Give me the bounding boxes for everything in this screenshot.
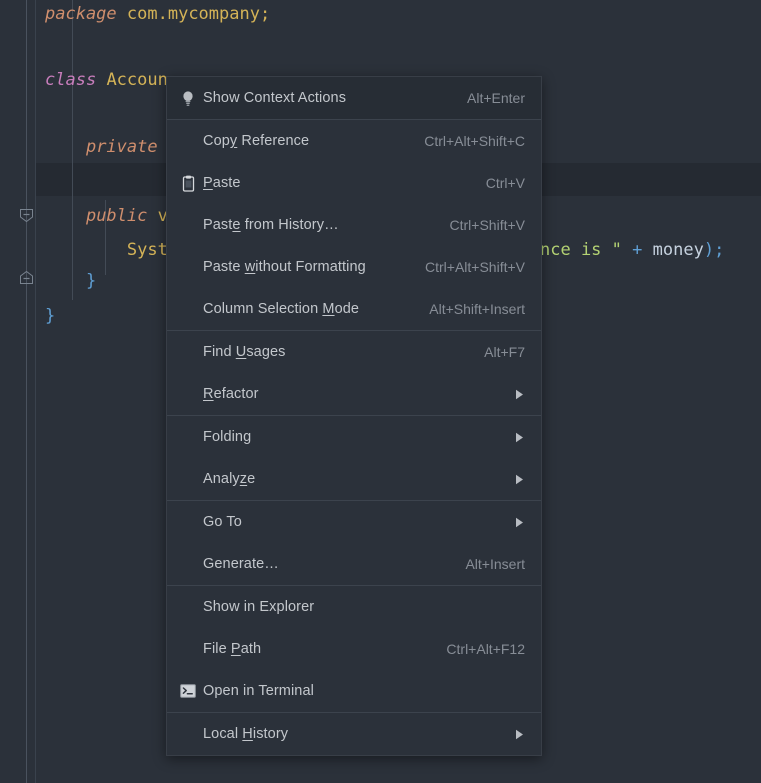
chevron-right-icon (515, 474, 525, 485)
chevron-right-icon (515, 432, 525, 443)
menu-item-label: Analyze (203, 471, 256, 487)
menu-item-analyze[interactable]: Analyze (167, 458, 541, 500)
menu-item-shortcut: Alt+Shift+Insert (429, 301, 525, 317)
fold-expand-icon[interactable] (19, 270, 34, 285)
menu-item-label: Refactor (203, 386, 259, 402)
menu-group-group-local-history: Local History (167, 713, 541, 755)
menu-item-paste[interactable]: Paste Ctrl+V (167, 162, 541, 204)
chevron-right-icon (515, 389, 525, 400)
menu-item-label: Folding (203, 429, 252, 445)
menu-item-label: File Path (203, 641, 262, 657)
menu-group-group-context-actions: Show Context Actions Alt+Enter (167, 77, 541, 119)
menu-item-label: Show Context Actions (203, 90, 347, 106)
menu-item-shortcut: Ctrl+Alt+F12 (446, 641, 525, 657)
menu-item-label: Paste from History… (203, 217, 339, 233)
terminal-icon (175, 684, 201, 698)
menu-group-group-file: Show in Explorer File Path Ctrl+Alt+F12 Ope… (167, 586, 541, 712)
token-private-keyword: private (85, 137, 158, 157)
menu-item-folding[interactable]: Folding (167, 416, 541, 458)
menu-item-label: Generate… (203, 556, 279, 572)
menu-item-label: Copy Reference (203, 133, 310, 149)
token-plus-operator: + (632, 240, 643, 260)
token-string-tail: nce is " (540, 240, 622, 260)
menu-item-shortcut: Alt+F7 (484, 344, 525, 360)
menu-item-go-to[interactable]: Go To (167, 501, 541, 543)
menu-item-label: Paste (203, 175, 241, 191)
menu-item-label: Paste without Formatting (203, 259, 366, 275)
menu-item-shortcut: Ctrl+Alt+Shift+V (425, 259, 525, 275)
menu-item-paste-from-history[interactable]: Paste from History… Ctrl+Shift+V (167, 204, 541, 246)
menu-item-find-usages[interactable]: Find Usages Alt+F7 (167, 331, 541, 373)
menu-group-group-clipboard: Copy Reference Ctrl+Alt+Shift+C Paste Ctrl+… (167, 120, 541, 330)
menu-group-group-find-refactor: Find Usages Alt+F7 Refactor (167, 331, 541, 415)
menu-item-label: Open in Terminal (203, 683, 314, 699)
lightbulb-icon (175, 90, 201, 107)
fold-rail (26, 0, 27, 783)
token-method-close-brace: } (85, 271, 97, 291)
menu-item-copy-reference[interactable]: Copy Reference Ctrl+Alt+Shift+C (167, 120, 541, 162)
menu-item-label: Find Usages (203, 344, 286, 360)
menu-group-group-folding-analyze: Folding Analyze (167, 416, 541, 500)
menu-item-open-in-terminal[interactable]: Open in Terminal (167, 670, 541, 712)
menu-item-local-history[interactable]: Local History (167, 713, 541, 755)
chevron-right-icon (515, 729, 525, 740)
token-package-name: com.mycompany; (126, 4, 271, 24)
menu-item-label: Show in Explorer (203, 599, 315, 615)
menu-item-shortcut: Ctrl+Shift+V (449, 217, 525, 233)
menu-item-paste-without-formatting[interactable]: Paste without Formatting Ctrl+Alt+Shift+V (167, 246, 541, 288)
editor-context-menu[interactable]: Show Context Actions Alt+Enter Copy Refere… (166, 76, 542, 756)
editor-gutter[interactable] (0, 0, 36, 783)
token-sysout-head: Syst (126, 240, 168, 260)
menu-item-column-selection-mode[interactable]: Column Selection Mode Alt+Shift+Insert (167, 288, 541, 330)
code-line-sysout-tail: nce is " + money); (540, 234, 761, 267)
clipboard-icon (175, 175, 201, 192)
menu-item-show-in-explorer[interactable]: Show in Explorer (167, 586, 541, 628)
token-call-close: ); (703, 240, 725, 260)
chevron-right-icon (515, 517, 525, 528)
menu-item-label: Column Selection Mode (203, 301, 360, 317)
token-class-close-brace: } (45, 306, 56, 326)
code-line-package: package com.mycompany; (35, 0, 761, 31)
menu-group-group-goto-generate: Go To Generate… Alt+Insert (167, 501, 541, 585)
menu-item-show-context-actions[interactable]: Show Context Actions Alt+Enter (167, 77, 541, 119)
menu-item-refactor[interactable]: Refactor (167, 373, 541, 415)
menu-item-label: Local History (203, 726, 289, 742)
token-money-variable: money (652, 240, 704, 260)
token-class-keyword: class (45, 70, 97, 90)
menu-item-shortcut: Alt+Enter (467, 90, 525, 106)
menu-item-generate[interactable]: Generate… Alt+Insert (167, 543, 541, 585)
fold-collapse-icon[interactable] (19, 208, 34, 223)
menu-item-shortcut: Ctrl+V (485, 175, 525, 191)
menu-item-shortcut: Ctrl+Alt+Shift+C (424, 133, 525, 149)
menu-item-shortcut: Alt+Insert (465, 556, 525, 572)
token-package-keyword: package (45, 4, 117, 24)
menu-item-label: Go To (203, 514, 242, 530)
menu-item-file-path[interactable]: File Path Ctrl+Alt+F12 (167, 628, 541, 670)
token-public-keyword: public (85, 206, 148, 226)
token-class-name: Accoun (106, 70, 168, 90)
